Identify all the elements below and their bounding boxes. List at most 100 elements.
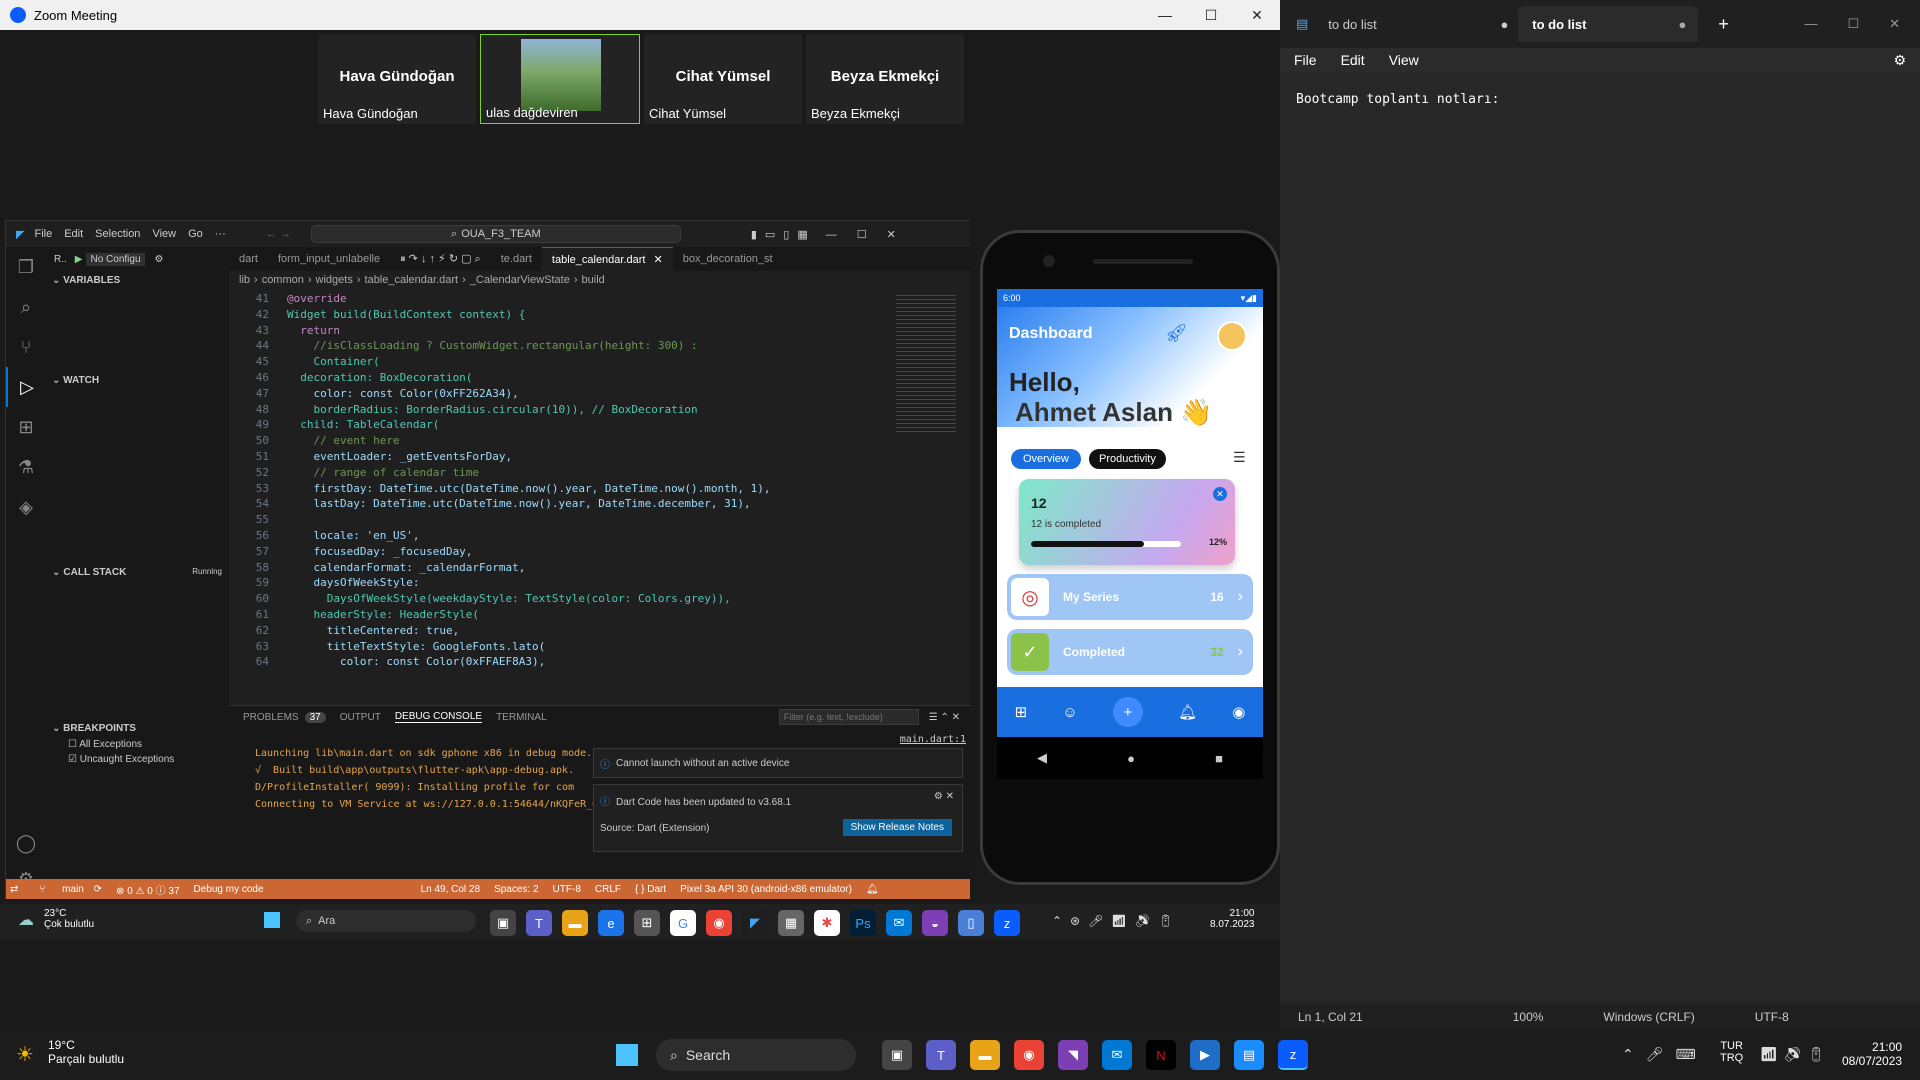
github-desktop-icon[interactable]: ◒ [922,910,948,936]
tab-debug-console[interactable]: DEBUG CONSOLE [394,711,483,723]
avatar[interactable] [1217,321,1247,351]
notepad-tab-active[interactable]: to do list ● [1518,6,1699,42]
progress-card[interactable]: 12 12 is completed 12% ✕ [1019,479,1235,565]
show-release-notes-button[interactable]: Show Release Notes [842,819,952,836]
menu-go[interactable]: Go [188,228,203,240]
folder-icon[interactable]: ▬ [562,910,588,936]
command-center-search[interactable]: ⌕ OUA_F3_TEAM [310,225,681,243]
clock[interactable]: 21:00 8.07.2023 [1210,908,1255,930]
power-automate-icon[interactable]: ▶ [1190,1040,1220,1070]
menu-view[interactable]: View [1389,52,1419,68]
folder-icon[interactable]: ▬ [970,1040,1000,1070]
search-icon[interactable]: ⌕ [6,287,46,327]
zoom-icon[interactable]: z [994,910,1020,936]
netflix-icon[interactable]: N [1146,1040,1176,1070]
task-view-icon[interactable]: ▣ [882,1040,912,1070]
menu-file[interactable]: File [1294,52,1317,68]
breakpoint-uncaught-exceptions[interactable]: ☑ Uncaught Exceptions [68,754,174,765]
console-file-link[interactable]: main.dart:1 [900,732,966,748]
network-volume-battery-icons[interactable]: 📶︎🔊︎🔋︎ [1760,1046,1831,1063]
app-icon[interactable]: ▯ [958,910,984,936]
flutter-icon[interactable]: ◈ [6,487,46,527]
photos-icon[interactable]: ▦ [778,910,804,936]
close-icon[interactable]: ✕ [1213,487,1227,501]
bell-icon[interactable]: 🔔︎ [1178,703,1197,721]
chip-productivity[interactable]: Productivity [1089,449,1166,469]
new-tab-button[interactable]: + [1718,14,1729,35]
debug-controls[interactable]: ⏸ ↷ ↓ ↑ ⚡ ↻ ▢ ⌕ [390,247,491,271]
smile-icon[interactable]: ☺ [1062,704,1077,721]
back-icon[interactable]: ◀ [1037,750,1047,766]
call-stack-header[interactable]: ⌄ CALL STACK Running [52,567,222,578]
weather-widget[interactable]: ☀ 19°C Parçalı bulutlu [16,1038,124,1066]
chrome-icon[interactable]: ◉ [706,910,732,936]
system-tray-icons[interactable]: ⌃🎤︎⌨ [1622,1046,1708,1063]
line-ending[interactable]: CRLF [595,884,621,895]
add-icon[interactable]: + [1112,697,1143,727]
notification-actions[interactable]: ⚙ ✕ [934,791,954,802]
menu-edit[interactable]: Edit [64,228,83,240]
code-editor[interactable]: 41 @override 42 Widget build(BuildContext c… [229,289,970,669]
minimap[interactable] [896,295,956,435]
gear-icon[interactable]: ⚙ [1893,52,1906,69]
bell-icon[interactable]: 🔔︎ [866,884,879,895]
language-mode[interactable]: { } Dart [635,884,666,895]
visual-studio-icon[interactable]: ◥ [1058,1040,1088,1070]
vscode-icon[interactable]: ◤ [742,910,768,936]
participant-tile[interactable]: Cihat Yümsel Cihat Yümsel [644,34,802,124]
watch-header[interactable]: ⌄ WATCH [52,375,99,386]
menu-file[interactable]: File [34,228,52,240]
device-selector[interactable]: Pixel 3a API 30 (android-x86 emulator) [680,884,852,895]
breadcrumb-item[interactable]: lib [239,274,250,286]
encoding[interactable]: UTF-8 [553,884,581,895]
system-tray-icons[interactable]: ⌃⊛🎤︎📶︎🔊︎🔋︎ [1052,914,1181,928]
notification-toast[interactable]: ⓘ Cannot launch without an active device [593,748,963,778]
play-icon[interactable]: ▶ [75,254,83,265]
tab-problems[interactable]: PROBLEMS [243,712,299,723]
nav-arrows[interactable]: ← → [266,228,291,240]
mail-icon[interactable]: ✉ [886,910,912,936]
weather-widget[interactable]: ☁ 23°C Çok bulutlu [18,908,94,930]
branch-indicator[interactable]: ⑂ main ⟳ [32,884,102,895]
tab[interactable]: te.dart [491,247,542,271]
breadcrumb-item[interactable]: common [262,274,304,286]
gear-icon[interactable]: ⚙ [155,254,164,265]
input-language[interactable]: TUR TRQ [1720,1040,1743,1064]
clock[interactable]: 21:00 08/07/2023 [1842,1040,1902,1068]
breadcrumb-item[interactable]: table_calendar.dart [365,274,459,286]
tab-terminal[interactable]: TERMINAL [496,712,547,723]
home-icon[interactable]: ⊞ [1015,703,1028,721]
menu-more[interactable]: ··· [215,228,226,240]
menu-view[interactable]: View [152,228,176,240]
teams-icon[interactable]: T [926,1040,956,1070]
home-button-icon[interactable]: ● [1127,751,1135,766]
notepad-taskbar-icon[interactable]: ▤ [1234,1040,1264,1070]
participant-tile[interactable]: Hava Gündoğan Hava Gündoğan [318,34,476,124]
minimize-button[interactable]: — [1142,0,1188,30]
variables-header[interactable]: ⌄ VARIABLES [52,275,120,286]
filter-icon[interactable]: ☰ [1233,449,1246,466]
tab[interactable]: box_decoration_st [673,247,783,271]
photoshop-icon[interactable]: Ps [850,910,876,936]
breadcrumb-item[interactable]: widgets [316,274,353,286]
maximize-button[interactable]: ☐ [1188,0,1234,30]
windows-start-icon[interactable] [616,1044,638,1066]
breakpoint-all-exceptions[interactable]: ☐ All Exceptions [68,739,142,750]
run-debug-icon[interactable]: ▷ [6,367,46,407]
notepad-tab[interactable]: to do list ● [1328,17,1518,32]
google-icon[interactable]: G [670,910,696,936]
completed-card[interactable]: ✓ Completed 32 › [1007,629,1253,675]
window-controls[interactable]: —☐✕ [1804,16,1900,32]
remote-icon[interactable]: ⇄ [10,884,18,895]
indentation[interactable]: Spaces: 2 [494,884,538,895]
problems-summary[interactable]: ⊗ 0 ⚠ 0 ⓘ 37 [116,882,179,897]
notepad-text-area[interactable]: Bootcamp toplantı notları: [1280,72,1920,992]
source-control-icon[interactable]: ⑂ [6,327,46,367]
breakpoints-header[interactable]: ⌄ BREAKPOINTS [52,723,136,734]
close-button[interactable]: ✕ [1234,0,1280,30]
mail-icon[interactable]: ✉ [1102,1040,1132,1070]
slack-icon[interactable]: ✱ [814,910,840,936]
tab-output[interactable]: OUTPUT [340,712,381,723]
cursor-position[interactable]: Ln 49, Col 28 [421,884,481,895]
edge-icon[interactable]: e [598,910,624,936]
